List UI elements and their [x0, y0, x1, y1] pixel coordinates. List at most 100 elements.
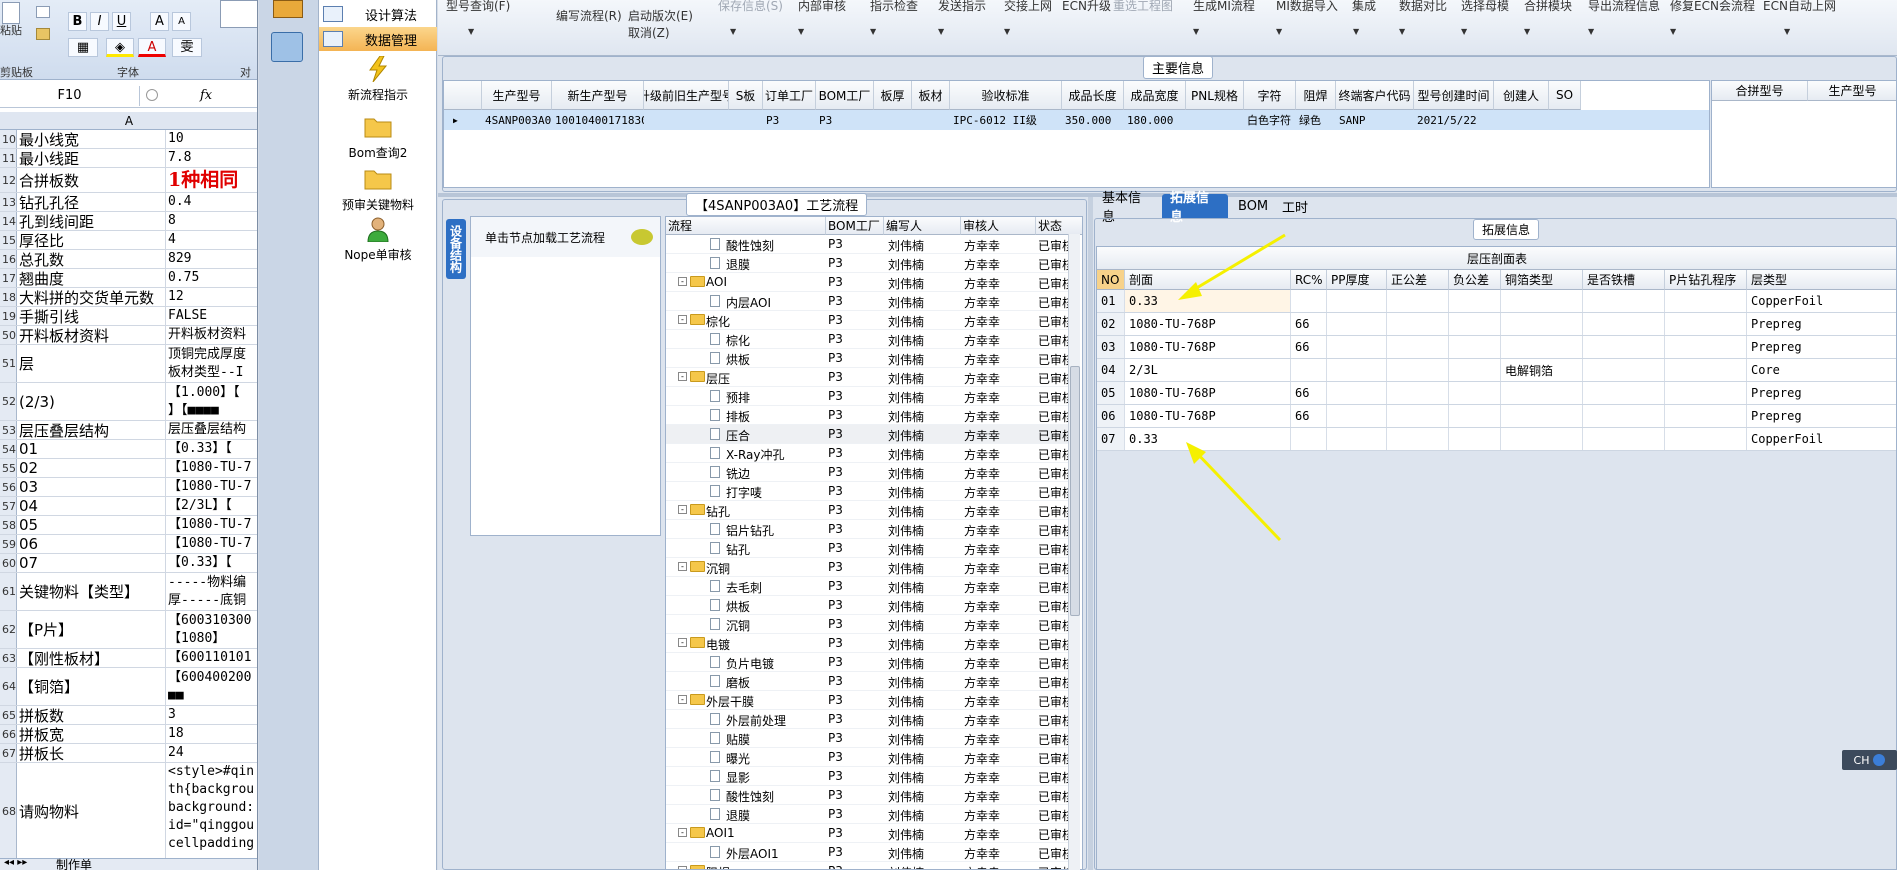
column-header[interactable]: 升级前旧生产型号	[644, 81, 729, 110]
tree-cell[interactable]: P3	[828, 351, 876, 365]
cell-b[interactable]: 0.75	[168, 269, 257, 287]
side-tab-device-structure[interactable]: 设备结构	[446, 219, 466, 279]
table-cell[interactable]	[1327, 359, 1387, 381]
tree-cell[interactable]: 方幸幸	[964, 237, 1012, 254]
table-cell[interactable]: 白色字符	[1244, 110, 1296, 130]
table-cell[interactable]	[1327, 382, 1387, 404]
tree-cell[interactable]: 方幸幸	[964, 332, 1012, 349]
collapse-toggle-icon[interactable]: -	[678, 277, 687, 286]
tree-cell[interactable]: P3	[828, 294, 876, 308]
row-number[interactable]: 11	[0, 149, 17, 167]
table-cell[interactable]: P3	[763, 110, 816, 130]
table-cell[interactable]: 1080-TU-768P	[1125, 382, 1291, 404]
tree-node-label[interactable]: AOI	[706, 275, 826, 289]
dropdown-arrow-icon[interactable]: ▼	[1276, 27, 1282, 36]
dropdown-arrow-icon[interactable]: ▼	[1670, 27, 1676, 36]
name-box-dropdown-icon[interactable]	[146, 89, 158, 101]
column-header[interactable]: 流程	[666, 217, 826, 235]
sheet-row[interactable]: 53 层压叠层结构 层压叠层结构	[0, 421, 257, 440]
tab-bom[interactable]: BOM	[1230, 194, 1270, 218]
row-number[interactable]: 55	[0, 459, 17, 477]
table-cell[interactable]	[1501, 290, 1583, 312]
table-cell[interactable]	[1291, 428, 1327, 450]
cell-a[interactable]: 04	[19, 497, 166, 515]
tree-cell[interactable]: 方幸幸	[964, 807, 1012, 824]
tree-row[interactable]: 外层前处理 P3 刘伟楠 方幸幸 已审核	[666, 710, 1074, 729]
tree-row[interactable]: 压合 P3 刘伟楠 方幸幸 已审核	[666, 425, 1074, 444]
cell-b[interactable]: 【1080-TU-7	[168, 459, 257, 477]
tree-node-label[interactable]: 外层AOI1	[726, 845, 826, 862]
cell-b[interactable]: 3	[168, 706, 257, 724]
tree-row[interactable]: 负片电镀 P3 刘伟楠 方幸幸 已审核	[666, 653, 1074, 672]
row-number[interactable]: 59	[0, 535, 17, 553]
table-cell[interactable]	[1665, 405, 1747, 427]
tool-bom-query2[interactable]: Bom查询2	[319, 114, 437, 161]
tree-cell[interactable]: 方幸幸	[964, 503, 1012, 520]
cell-b[interactable]: 开料板材资料	[168, 326, 257, 344]
table-cell[interactable]: 电解铜箔	[1501, 359, 1583, 381]
tree-cell[interactable]: 方幸幸	[964, 560, 1012, 577]
table-cell[interactable]	[1449, 405, 1501, 427]
row-number[interactable]: 64	[0, 668, 17, 705]
tree-cell[interactable]: 方幸幸	[964, 256, 1012, 273]
table-cell[interactable]	[1583, 313, 1665, 335]
sheet-row[interactable]: 57 04 【2/3L】【	[0, 497, 257, 516]
tab-labor-hours[interactable]: 工时	[1274, 194, 1320, 218]
tree-cell[interactable]: P3	[828, 560, 876, 574]
sheet-row[interactable]: 17 翘曲度 0.75	[0, 269, 257, 288]
column-header[interactable]: PNL规格	[1186, 81, 1244, 110]
cell-a[interactable]: 【刚性板材】	[19, 649, 166, 667]
table-cell[interactable]: Prepreg	[1747, 405, 1896, 427]
tree-node-label[interactable]: 外层干膜	[706, 693, 826, 710]
cell-b[interactable]: 【600310300 【1080】	[168, 611, 257, 648]
column-header[interactable]: 层类型	[1747, 270, 1896, 290]
sheet-row[interactable]: 54 01 【0.33】【	[0, 440, 257, 459]
column-header[interactable]: 编写人	[884, 217, 961, 235]
calculator-icon[interactable]	[273, 0, 303, 18]
tree-node-label[interactable]: 沉铜	[726, 617, 826, 634]
row-number[interactable]: 19	[0, 307, 17, 325]
tree-node-label[interactable]: 曝光	[726, 750, 826, 767]
tree-cell[interactable]: P3	[828, 370, 876, 384]
column-header-a[interactable]: A	[0, 112, 257, 130]
table-cell[interactable]	[1665, 313, 1747, 335]
tree-cell[interactable]: 刘伟楠	[888, 636, 936, 653]
cell-b[interactable]: 1种相同	[168, 168, 257, 192]
tree-cell[interactable]: P3	[828, 731, 876, 745]
table-cell[interactable]: 01	[1097, 290, 1125, 312]
table-cell[interactable]	[1327, 405, 1387, 427]
collapse-toggle-icon[interactable]: -	[678, 372, 687, 381]
font-color-button[interactable]: A	[138, 38, 166, 57]
tree-cell[interactable]: P3	[828, 636, 876, 650]
paste-icon[interactable]	[2, 2, 20, 24]
tree-cell[interactable]: 刘伟楠	[888, 693, 936, 710]
column-header[interactable]: 负公差	[1449, 270, 1501, 290]
tree-row[interactable]: 预排 P3 刘伟楠 方幸幸 已审核	[666, 387, 1074, 406]
tree-cell[interactable]: 刘伟楠	[888, 598, 936, 615]
tree-cell[interactable]: 刘伟楠	[888, 294, 936, 311]
table-cell[interactable]: 绿色	[1296, 110, 1336, 130]
row-number[interactable]: 57	[0, 497, 17, 515]
table-cell[interactable]: Prepreg	[1747, 313, 1896, 335]
fx-icon[interactable]: fx	[200, 88, 212, 103]
database-icon[interactable]	[271, 32, 303, 62]
tree-cell[interactable]: P3	[828, 237, 876, 251]
tree-node-label[interactable]: 烘板	[726, 351, 826, 368]
cell-b[interactable]: 10	[168, 130, 257, 148]
tree-cell[interactable]: 方幸幸	[964, 522, 1012, 539]
cell-a[interactable]: 最小线距	[19, 149, 166, 167]
tree-cell[interactable]: P3	[828, 256, 876, 270]
cell-a[interactable]: 请购物料	[19, 763, 166, 860]
row-number[interactable]: 61	[0, 573, 17, 610]
cell-b[interactable]: 【1.000】【 】【■■■■	[168, 383, 257, 420]
table-cell[interactable]	[1501, 405, 1583, 427]
tree-cell[interactable]: 方幸幸	[964, 408, 1012, 425]
collapse-toggle-icon[interactable]: -	[678, 638, 687, 647]
sheet-row[interactable]: 59 06 【1080-TU-7	[0, 535, 257, 554]
dropdown-arrow-icon[interactable]: ▼	[1399, 27, 1405, 36]
sheet-row[interactable]: 63 【刚性板材】 【600110101	[0, 649, 257, 668]
tree-row[interactable]: - 外层干膜 P3 刘伟楠 方幸幸 已审核	[666, 691, 1074, 710]
cell-a[interactable]: 开料板材资料	[19, 326, 166, 344]
collapse-toggle-icon[interactable]: -	[678, 866, 687, 869]
table-cell[interactable]	[1291, 359, 1327, 381]
